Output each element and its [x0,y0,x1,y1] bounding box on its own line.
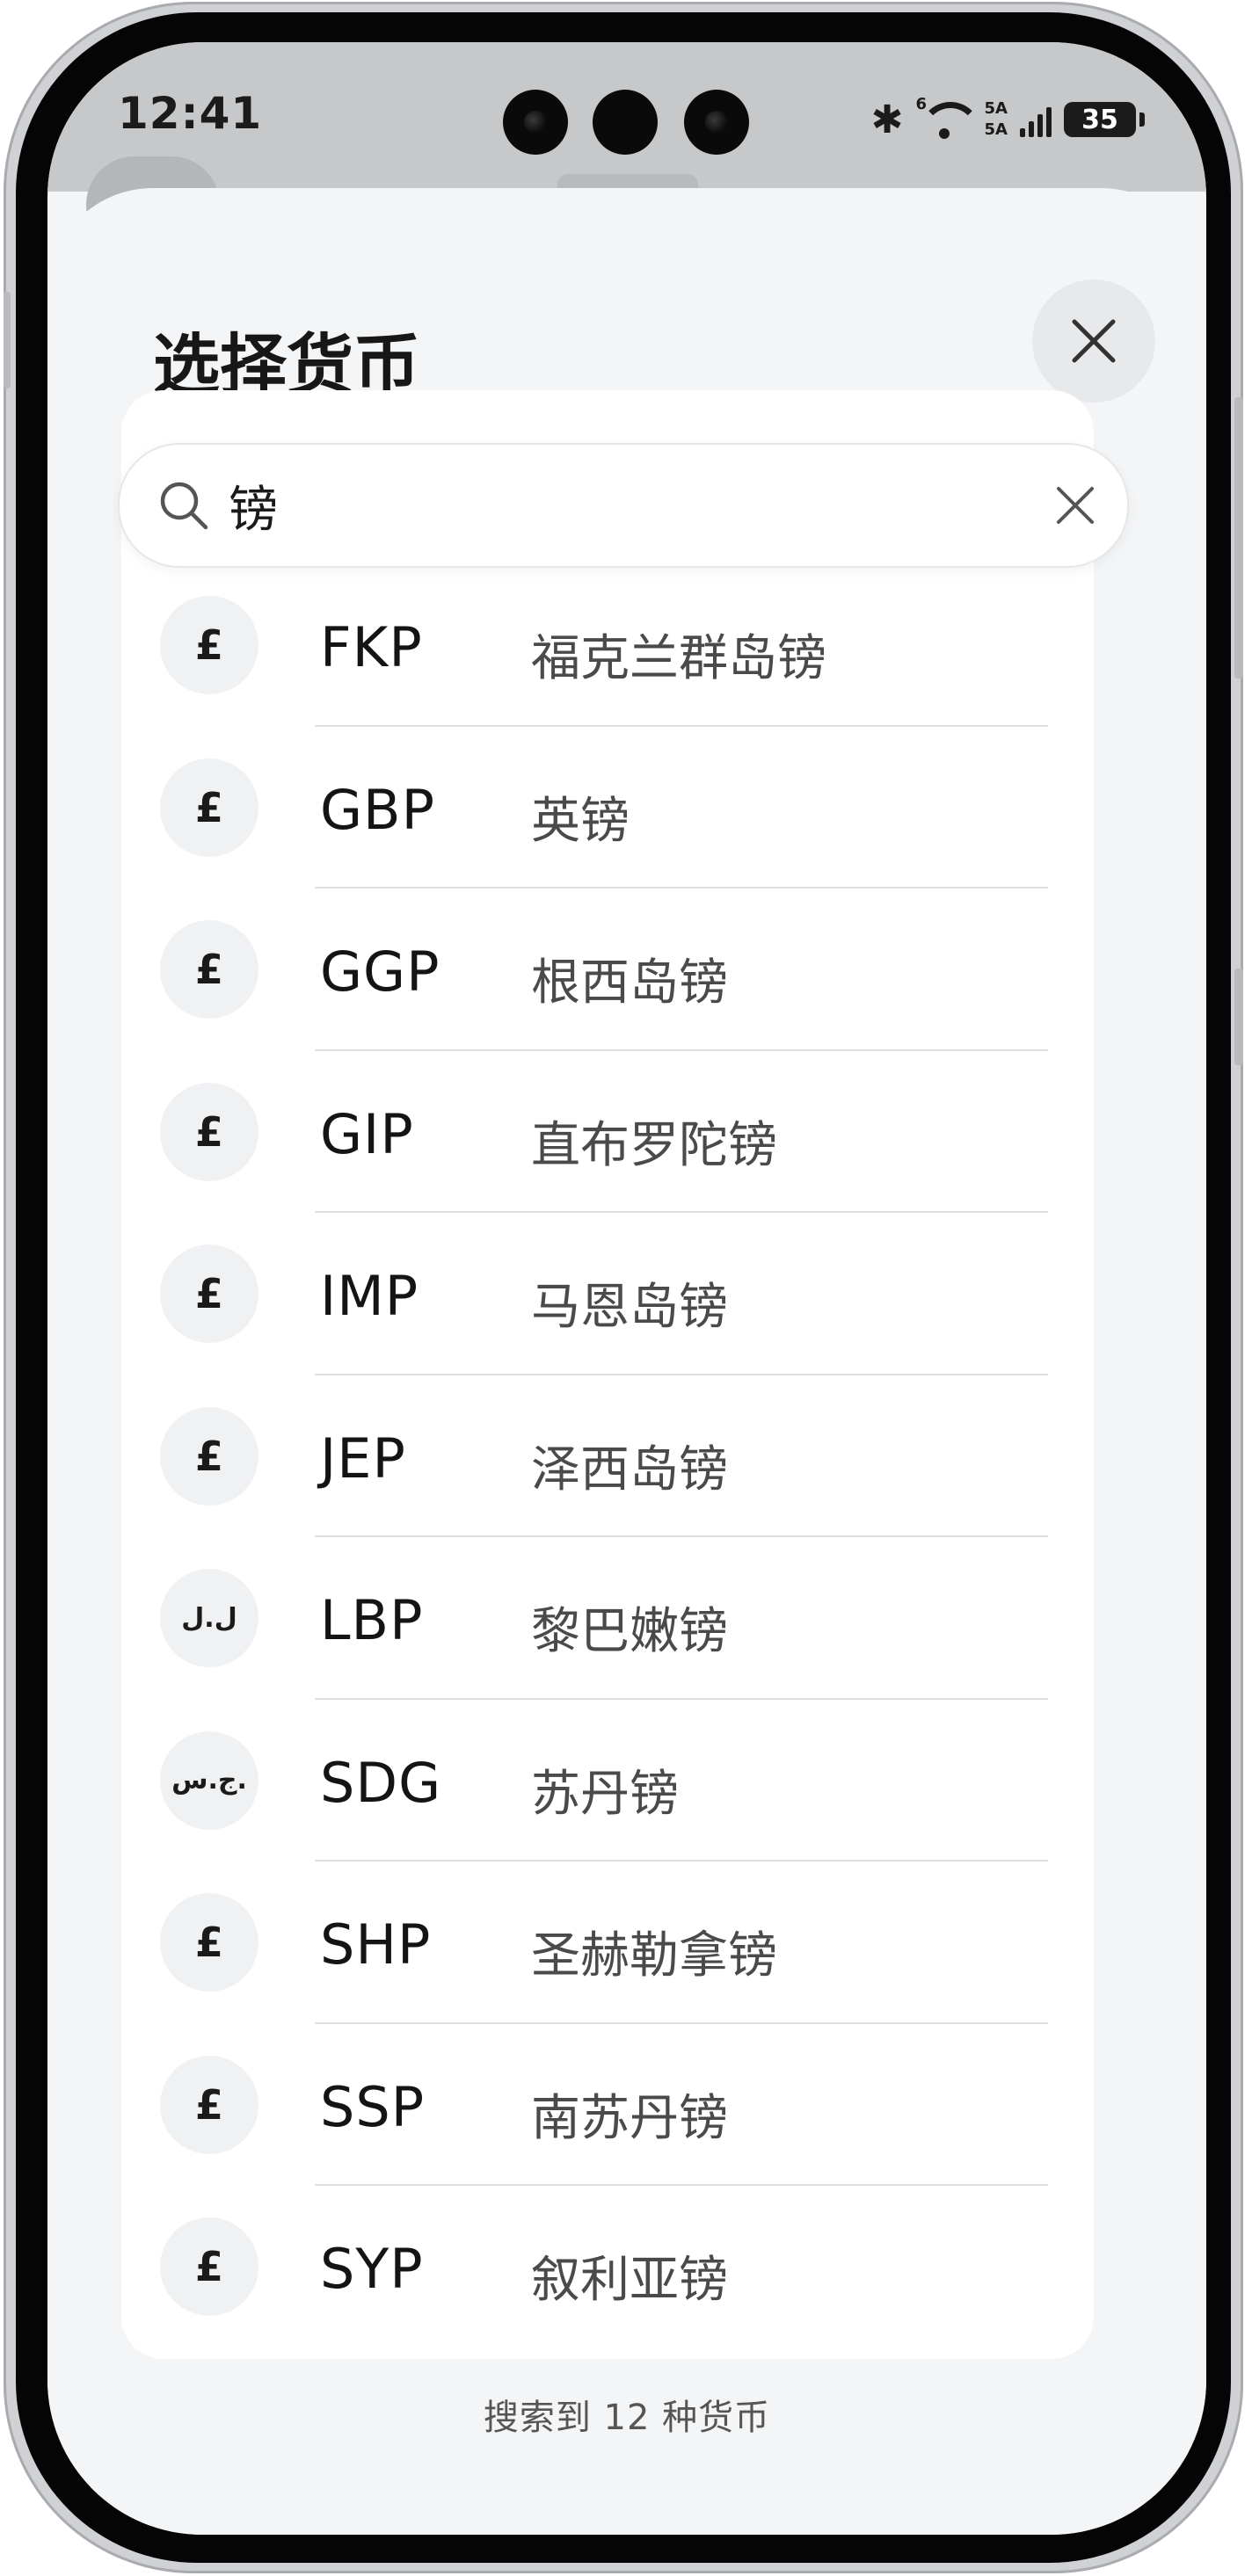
currency-symbol-icon: £ [160,758,258,857]
currency-row-lbp[interactable]: ل.ل LBP 黎巴嫩镑 [121,1537,1094,1700]
result-count: 搜索到 12 种货币 [483,2398,771,2438]
currency-code: SYP [320,2237,424,2301]
currency-symbol-icon: £ [160,596,258,694]
signal-sim2: 5A [984,120,1008,139]
close-icon [1072,319,1116,363]
phone-frame: 12:41 ✱ 6 5A 5A 35 选择货币 镑 £ FKP 福克兰群岛镑 £… [4,2,1243,2573]
currency-name: 马恩岛镑 [531,1279,728,1336]
currency-name: 苏丹镑 [531,1765,679,1823]
currency-symbol-icon: £ [160,1244,258,1343]
camera-icon [593,90,658,155]
screen: 12:41 ✱ 6 5A 5A 35 选择货币 镑 £ FKP 福克兰群岛镑 £… [47,42,1206,2535]
currency-code: GGP [320,940,440,1004]
signal-sim1: 5A [984,99,1008,118]
currency-code: GIP [320,1101,414,1166]
signal-labels: 5A 5A [985,99,1008,140]
signal-icon [1020,102,1052,137]
currency-code: FKP [320,615,423,679]
battery-icon: 35 [1064,102,1136,137]
search-bar[interactable] [118,443,1129,568]
currency-symbol-icon: £ [160,1406,258,1506]
currency-symbol-icon: ل.ل [160,1569,258,1667]
currency-code: SHP [320,1912,432,1977]
camera-icon [684,90,749,155]
currency-name: 根西岛镑 [531,954,728,1012]
wifi-generation: 6 [915,95,928,113]
currency-symbol-icon: ج.س. [160,1731,258,1830]
currency-row-jep[interactable]: £ JEP 泽西岛镑 [121,1375,1094,1537]
currency-name: 英镑 [531,792,630,850]
battery-tip [1139,112,1145,127]
currency-code: JEP [320,1426,406,1491]
currency-symbol-icon: £ [160,920,258,1019]
volume-button [4,292,11,388]
currency-symbol-icon: £ [160,1893,258,1992]
search-input[interactable] [229,466,985,545]
close-button[interactable] [1032,279,1155,403]
currency-name: 南苏丹镑 [531,2089,728,2147]
currency-name: 福克兰群岛镑 [531,630,826,687]
currency-picker-sheet: 选择货币 £ F [47,188,1206,2535]
clear-icon[interactable] [1053,483,1097,527]
currency-row-shp[interactable]: £ SHP 圣赫勒拿镑 [121,1861,1094,2024]
currency-name: 泽西岛镑 [531,1440,728,1498]
currency-row-sdg[interactable]: ج.س. SDG 苏丹镑 [121,1700,1094,1861]
currency-code: GBP [320,777,435,842]
status-bar: 12:41 ✱ 6 5A 5A 35 [47,42,1206,192]
status-time: 12:41 [118,88,263,139]
wifi-icon: 6 [915,95,981,141]
currency-symbol-icon: £ [160,1082,258,1181]
currency-row-fkp[interactable]: £ FKP 福克兰群岛镑 [121,564,1094,727]
status-icons: ✱ 6 5A 5A 35 [871,93,1145,146]
currency-list: £ FKP 福克兰群岛镑 £ GBP 英镑 £ GGP 根西岛镑 £ GIP 直… [121,564,1094,2348]
camera-icon [503,90,568,155]
currency-row-syp[interactable]: £ SYP 叙利亚镑 [121,2186,1094,2348]
currency-code: SDG [320,1750,442,1815]
currency-name: 直布罗陀镑 [531,1116,777,1174]
currency-name: 黎巴嫩镑 [531,1603,728,1660]
currency-symbol-icon: £ [160,2055,258,2154]
currency-row-gip[interactable]: £ GIP 直布罗陀镑 [121,1051,1094,1213]
currency-symbol-icon: £ [160,2217,258,2316]
currency-row-gbp[interactable]: £ GBP 英镑 [121,727,1094,889]
currency-code: IMP [320,1264,419,1328]
currency-row-ggp[interactable]: £ GGP 根西岛镑 [121,889,1094,1051]
currency-code: LBP [320,1588,424,1652]
side-button [1234,969,1243,1065]
bluetooth-icon: ✱ [870,97,904,142]
currency-row-ssp[interactable]: £ SSP 南苏丹镑 [121,2024,1094,2186]
search-icon [160,482,208,530]
power-button [1234,397,1243,678]
currency-name: 圣赫勒拿镑 [531,1927,777,1985]
currency-name: 叙利亚镑 [531,2252,728,2309]
currency-code: SSP [320,2074,426,2139]
currency-row-imp[interactable]: £ IMP 马恩岛镑 [121,1213,1094,1375]
